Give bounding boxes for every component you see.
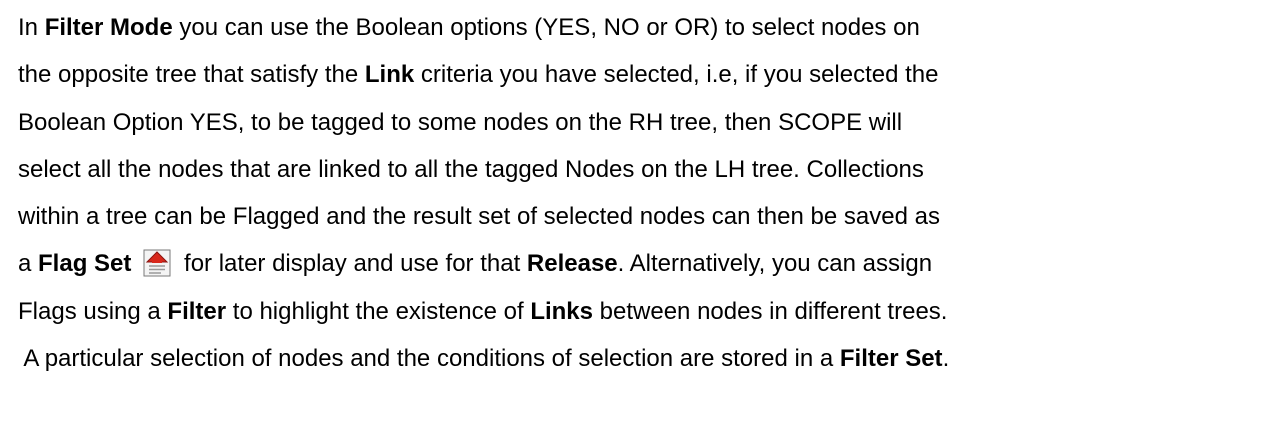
line-7: Flags using a Filter to highlight the ex… <box>18 288 1263 335</box>
term-link: Link <box>364 61 415 89</box>
text-segment: In <box>18 14 45 41</box>
term-filter: Filter <box>167 297 227 325</box>
term-filter-mode: Filter Mode <box>44 14 173 41</box>
line-6: a Flag Set for later display and use for… <box>18 240 1263 287</box>
flag-set-icon <box>143 246 171 277</box>
text-segment: to highlight the existence of <box>226 297 531 325</box>
text-segment: criteria you have selected, i.e, if you … <box>414 61 939 89</box>
line-1: In Filter Mode you can use the Boolean o… <box>18 4 1263 51</box>
text-segment: A particular selection of nodes and the … <box>18 345 840 373</box>
text-segment: for later display and use for that <box>177 250 527 278</box>
text-segment: the opposite tree that satisfy the <box>18 61 365 89</box>
term-release: Release <box>526 250 618 278</box>
paragraph: In Filter Mode you can use the Boolean o… <box>18 4 1263 382</box>
text-segment: . Alternatively, you can assign <box>617 250 933 278</box>
term-links: Links <box>530 297 593 325</box>
line-4: select all the nodes that are linked to … <box>18 155 924 183</box>
term-filter-set: Filter Set <box>839 345 943 373</box>
text-segment: a <box>18 250 39 278</box>
term-flag-set: Flag Set <box>38 250 132 278</box>
text-segment: . <box>942 345 950 373</box>
line-8: A particular selection of nodes and the … <box>18 335 1263 382</box>
text-segment: you can use the Boolean options (YES, NO… <box>172 14 920 41</box>
line-5: within a tree can be Flagged and the res… <box>18 203 940 231</box>
line-2: the opposite tree that satisfy the Link … <box>18 51 1263 98</box>
text-segment: Flags using a <box>18 297 168 325</box>
line-3: Boolean Option YES, to be tagged to some… <box>18 108 903 136</box>
text-segment: between nodes in different trees. <box>593 297 948 325</box>
